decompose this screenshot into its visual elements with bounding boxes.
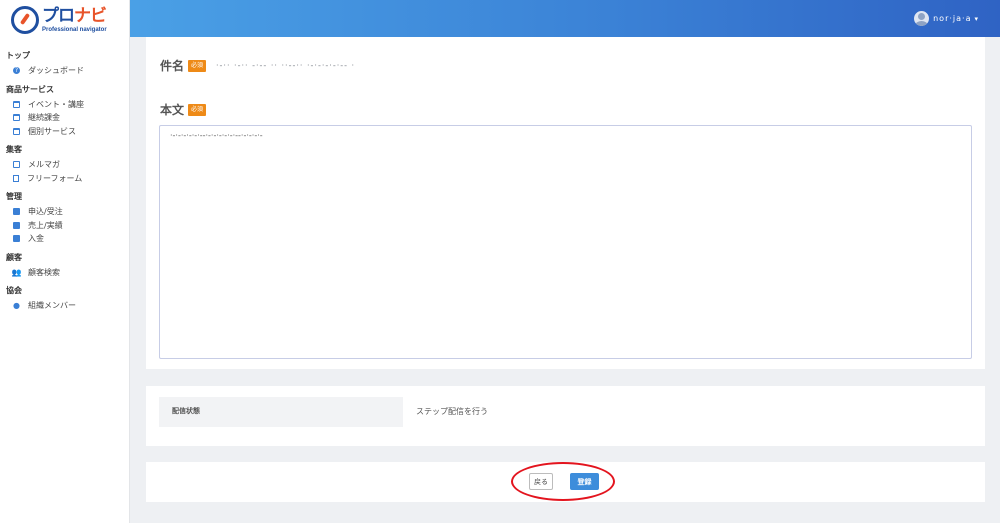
subject-value: ·-·· ·-·· -·-- ·· ··--·· ·-·-·-·-·-- · — [216, 61, 356, 70]
nav-section-management: 管理 — [6, 192, 22, 201]
back-button[interactable]: 戻る — [529, 473, 553, 490]
message-form-panel: 件名 必須 ·-·· ·-·· -·-- ·· ··--·· ·-·-·-·-·… — [146, 37, 985, 369]
sidebar-item-sales[interactable]: 売上/実績 — [0, 219, 129, 233]
logo-subtitle: Professional navigator — [42, 26, 107, 33]
shopping-bag-icon — [13, 208, 20, 216]
chevron-down-icon: ▾ — [974, 14, 978, 23]
distribution-label: 配信状態 — [159, 397, 403, 427]
sidebar-nav: トップ ? ダッシュボード 商品サービス イベント・講座 継続課金 個別サービス … — [0, 40, 129, 313]
distribution-value: ステップ配信を行う — [416, 407, 488, 416]
body-label-row: 本文 必須 — [160, 101, 207, 118]
nav-section-customers: 顧客 — [6, 252, 22, 262]
required-badge: 必須 — [188, 103, 207, 116]
logo[interactable]: プロナビ Professional navigator — [0, 0, 129, 40]
highlight-annotation — [511, 462, 615, 501]
shopping-bag-icon — [13, 221, 20, 229]
nav-section-top: トップ — [6, 51, 30, 60]
user-menu[interactable]: nor·ja·a ▾ — [914, 11, 978, 26]
sidebar-item-members[interactable]: ● 組織メンバー — [0, 299, 129, 313]
submit-button[interactable]: 登録 — [570, 473, 599, 490]
calendar-icon — [13, 127, 20, 135]
users-icon: 👥 — [11, 267, 22, 277]
avatar — [914, 11, 930, 26]
actions-panel: 戻る 登録 — [146, 462, 985, 502]
compass-logo-icon — [11, 6, 39, 34]
sidebar-item-orders[interactable]: 申込/受注 — [0, 205, 129, 219]
body-textarea[interactable]: ·-·-·-·-·-·--·-·-·-·-·-·--·-·-·-·- — [159, 125, 972, 359]
nav-section-marketing: 集客 — [6, 145, 22, 154]
logo-title: プロナビ — [42, 5, 107, 26]
required-badge: 必須 — [188, 59, 207, 72]
sidebar-item-mailmag[interactable]: メルマガ — [0, 158, 129, 172]
sidebar-item-freeform[interactable]: フリーフォーム — [0, 172, 129, 186]
nav-section-association: 協会 — [6, 286, 22, 295]
sidebar-item-individual-service[interactable]: 個別サービス — [0, 125, 129, 139]
calendar-icon — [13, 114, 20, 122]
calendar-icon — [13, 100, 20, 108]
sidebar-item-customer-search[interactable]: 👥 顧客検索 — [0, 266, 129, 280]
sidebar-item-dashboard[interactable]: ? ダッシュボード — [0, 64, 129, 78]
body-label: 本文 — [160, 103, 185, 117]
top-header: nor·ja·a ▾ — [130, 0, 1000, 37]
sidebar-item-subscription[interactable]: 継続課金 — [0, 111, 129, 125]
sidebar-item-payment[interactable]: 入金 — [0, 232, 129, 246]
nav-section-products: 商品サービス — [6, 84, 54, 94]
document-icon — [13, 174, 19, 182]
question-circle-icon: ? — [13, 67, 20, 75]
distribution-panel: 配信状態 ステップ配信を行う — [146, 386, 985, 446]
user-icon: ● — [13, 301, 20, 311]
subject-label: 件名 — [160, 59, 185, 73]
mail-icon — [13, 161, 20, 169]
sidebar: プロナビ Professional navigator トップ ? ダッシュボード… — [0, 0, 130, 523]
sidebar-item-events[interactable]: イベント・講座 — [0, 98, 129, 112]
shopping-bag-icon — [13, 235, 20, 243]
user-name: nor·ja·a — [933, 14, 972, 23]
subject-label-row: 件名 必須 — [160, 57, 207, 74]
